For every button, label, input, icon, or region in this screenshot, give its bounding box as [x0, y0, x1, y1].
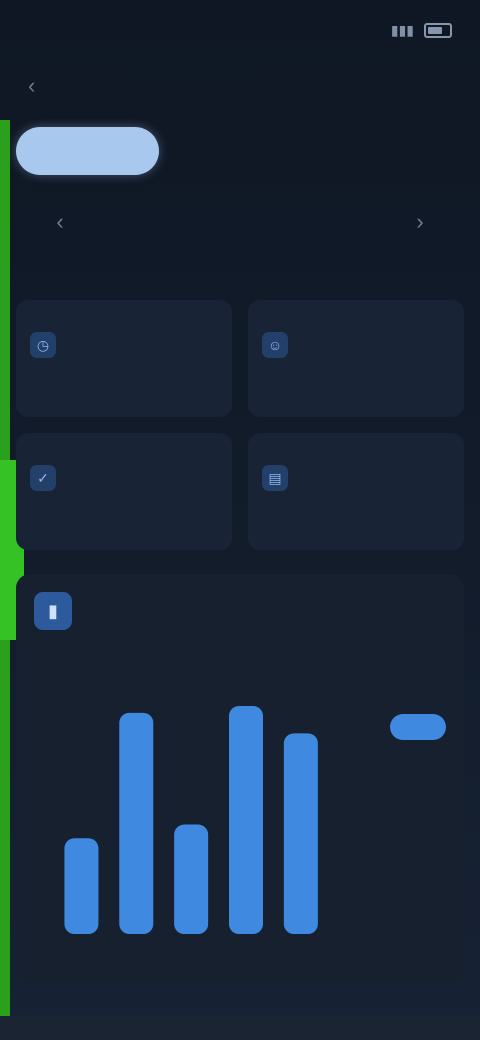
chart-bar[interactable] [119, 712, 154, 934]
top-nav: ‹ [0, 62, 480, 110]
signal-icon: ▮▮▮ [390, 21, 414, 38]
previous-period-button[interactable]: ‹ [40, 209, 80, 235]
stat-card[interactable]: ◷ [16, 300, 232, 417]
chevron-right-icon: › [416, 209, 424, 234]
check-icon: ✓ [30, 465, 56, 491]
bar-chart [64, 706, 446, 934]
chart-bar[interactable] [64, 838, 99, 934]
panel-title-group: ▮ [34, 592, 84, 630]
next-period-button[interactable]: › [400, 209, 440, 235]
period-selector: ‹ › [40, 200, 440, 244]
battery-icon [424, 22, 452, 38]
back-button[interactable]: ‹ [28, 73, 68, 99]
chevron-left-icon: ‹ [28, 73, 36, 98]
stats-grid: ◷ ☺ ✓ ▤ [16, 300, 464, 550]
chart-bar[interactable] [283, 733, 318, 934]
clock-icon: ◷ [30, 332, 56, 358]
tab-segment-3[interactable] [321, 127, 464, 175]
system-icons: ▮▮▮ [391, 22, 452, 39]
tab-segment-1[interactable] [16, 127, 159, 175]
chevron-left-icon: ‹ [56, 209, 64, 234]
bar-chart-icon: ▮ [34, 592, 72, 630]
chart-bar[interactable] [174, 824, 209, 934]
status-bar: ▮▮▮ [0, 0, 480, 60]
user-icon: ☺ [262, 332, 288, 358]
app-root: ▮▮▮ ‹ ‹ › ◷ ☺ ✓ ▤ ▮ [0, 0, 480, 1040]
bottom-bar [0, 1016, 480, 1040]
chart-icon: ▤ [262, 465, 288, 491]
stat-card[interactable]: ✓ [16, 433, 232, 550]
chart-panel: ▮ [16, 574, 464, 984]
selected-value-pill [390, 714, 446, 740]
panel-header: ▮ [34, 592, 446, 636]
chart-area [34, 694, 446, 974]
chart-bar[interactable] [228, 706, 264, 934]
segment-control [16, 124, 464, 178]
tab-segment-2[interactable] [169, 127, 312, 175]
stat-card[interactable]: ▤ [248, 433, 464, 550]
stat-card[interactable]: ☺ [248, 300, 464, 417]
